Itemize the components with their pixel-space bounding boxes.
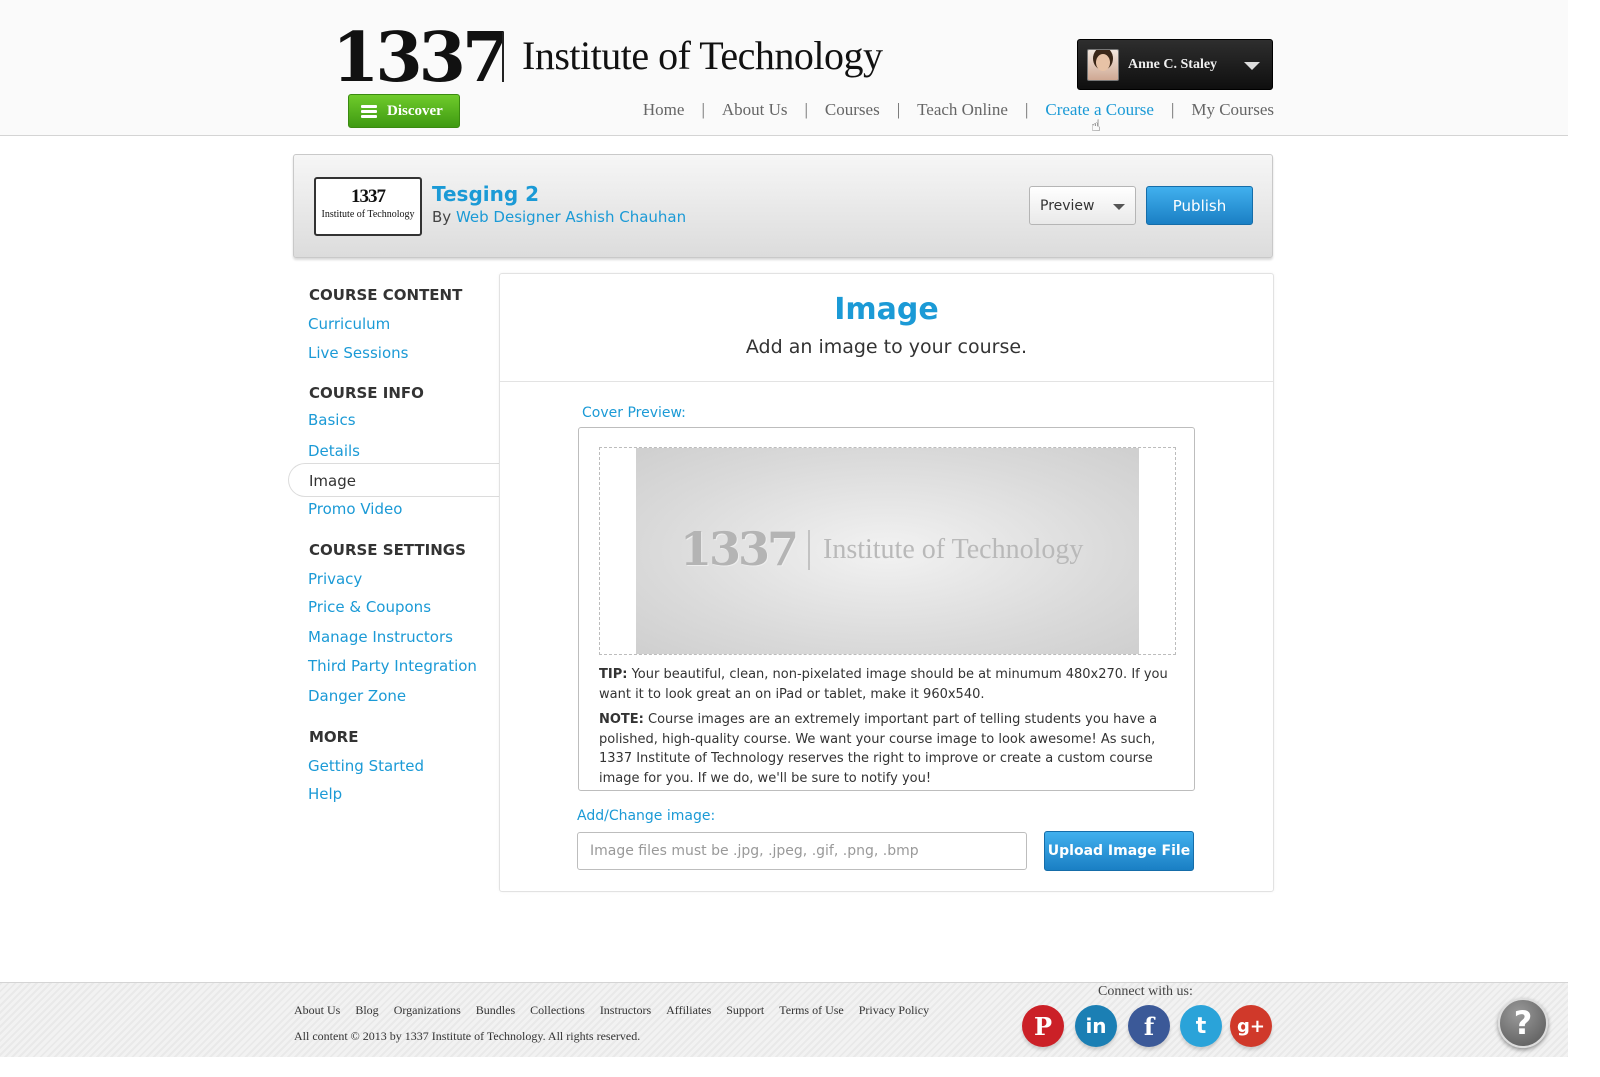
sidebar-heading-more: MORE — [309, 728, 359, 746]
note-body: Course images are an extremely important… — [599, 712, 1158, 786]
sidebar-item-details[interactable]: Details — [308, 442, 360, 460]
logo-text[interactable]: Institute of Technology — [522, 32, 883, 80]
hand-cursor-icon: ☝ — [1091, 116, 1101, 135]
nav-separator: | — [1024, 100, 1029, 119]
cover-logo-text: Institute of Technology — [823, 534, 1084, 565]
course-thumb-text: Institute of Technology — [321, 209, 415, 220]
image-panel: Image Add an image to your course. Cover… — [499, 273, 1274, 892]
tip-body: Your beautiful, clean, non-pixelated ima… — [599, 667, 1168, 702]
discover-label: Discover — [387, 102, 443, 119]
copyright-text: All content © 2013 by 1337 Institute of … — [294, 1029, 641, 1043]
sidebar-item-promo-video[interactable]: Promo Video — [308, 500, 402, 518]
footer-link-instructors[interactable]: Instructors — [600, 1003, 651, 1018]
tip-text: TIP: Your beautiful, clean, non-pixelate… — [599, 665, 1179, 704]
upload-image-button[interactable]: Upload Image File — [1044, 831, 1194, 871]
tip-label: TIP: — [599, 667, 628, 682]
facebook-icon[interactable]: f — [1128, 1005, 1170, 1047]
connect-label: Connect with us: — [1098, 984, 1193, 999]
publish-button[interactable]: Publish — [1146, 186, 1253, 225]
sidebar-item-basics[interactable]: Basics — [308, 411, 356, 429]
user-menu-button[interactable]: Anne C. Staley — [1077, 39, 1273, 90]
sidebar-item-help[interactable]: Help — [308, 785, 342, 803]
page-title: Image — [834, 292, 939, 327]
nav-about-us[interactable]: About Us — [722, 100, 788, 120]
user-name: Anne C. Staley — [1128, 56, 1218, 72]
note-text: NOTE: Course images are an extremely imp… — [599, 710, 1179, 788]
logo-divider — [502, 32, 504, 82]
nav-my-courses[interactable]: My Courses — [1191, 100, 1274, 120]
sidebar-item-getting-started[interactable]: Getting Started — [308, 757, 424, 775]
sidebar-heading-course-info: COURSE INFO — [309, 384, 424, 402]
course-thumb-number: 1337 — [351, 186, 386, 207]
nav-teach-online[interactable]: Teach Online — [917, 100, 1008, 120]
twitter-icon[interactable]: t — [1180, 1005, 1222, 1047]
by-label: By — [432, 208, 452, 226]
course-thumbnail: 1337 Institute of Technology — [314, 177, 422, 236]
image-file-input[interactable] — [577, 832, 1027, 870]
nav-home[interactable]: Home — [643, 100, 685, 120]
footer-link-support[interactable]: Support — [726, 1003, 764, 1018]
course-header-bar: 1337 Institute of Technology Tesging 2 B… — [293, 154, 1273, 258]
help-button[interactable]: ? — [1498, 998, 1548, 1048]
sidebar-heading-course-content: COURSE CONTENT — [309, 286, 463, 304]
pinterest-icon[interactable]: P — [1022, 1005, 1064, 1047]
footer-link-bundles[interactable]: Bundles — [476, 1003, 515, 1018]
note-label: NOTE: — [599, 712, 644, 727]
cover-image-frame: 1337 Institute of Technology — [599, 447, 1176, 655]
sidebar-item-manage-instructors[interactable]: Manage Instructors — [308, 628, 453, 646]
sidebar-item-live-sessions[interactable]: Live Sessions — [308, 344, 408, 362]
nav-separator: | — [804, 100, 808, 119]
chevron-down-icon — [1244, 62, 1260, 70]
sidebar-heading-course-settings: COURSE SETTINGS — [309, 541, 466, 559]
footer-link-terms-of-use[interactable]: Terms of Use — [779, 1003, 843, 1018]
footer-link-collections[interactable]: Collections — [530, 1003, 585, 1018]
chevron-down-icon — [1113, 204, 1125, 210]
nav-separator: | — [896, 100, 901, 119]
sidebar-item-danger-zone[interactable]: Danger Zone — [308, 687, 406, 705]
divider — [500, 381, 1273, 382]
footer-link-organizations[interactable]: Organizations — [394, 1003, 461, 1018]
nav-separator: | — [701, 100, 705, 119]
course-byline: By Web Designer Ashish Chauhan — [432, 208, 686, 226]
add-change-image-label: Add/Change image: — [577, 808, 716, 824]
sidebar-item-curriculum[interactable]: Curriculum — [308, 315, 390, 333]
course-author-link[interactable]: Web Designer Ashish Chauhan — [456, 208, 686, 226]
site-header: 1337 Institute of Technology Discover Ho… — [0, 0, 1568, 136]
footer-links: About Us Blog Organizations Bundles Coll… — [294, 1003, 929, 1018]
footer-link-about-us[interactable]: About Us — [294, 1003, 340, 1018]
sidebar-item-third-party-integration[interactable]: Third Party Integration — [308, 657, 477, 675]
cover-logo-divider — [808, 530, 810, 570]
preview-dropdown[interactable]: Preview — [1029, 186, 1136, 225]
footer-link-privacy-policy[interactable]: Privacy Policy — [859, 1003, 929, 1018]
preview-label: Preview — [1040, 197, 1095, 214]
discover-button[interactable]: Discover — [348, 94, 460, 128]
menu-icon — [361, 104, 377, 118]
sidebar-item-privacy[interactable]: Privacy — [308, 570, 362, 588]
cover-image: 1337 Institute of Technology — [636, 448, 1139, 654]
nav-courses[interactable]: Courses — [825, 100, 880, 120]
sidebar-item-label: Image — [309, 472, 356, 490]
cover-logo-number: 1337 — [680, 522, 799, 576]
course-title[interactable]: Tesging 2 — [432, 182, 539, 206]
logo-number[interactable]: 1337 — [332, 18, 509, 98]
page-subtitle: Add an image to your course. — [745, 336, 1028, 358]
cover-preview-box: 1337 Institute of Technology TIP: Your b… — [578, 427, 1195, 791]
nav-separator: | — [1170, 100, 1175, 119]
sidebar-item-price-coupons[interactable]: Price & Coupons — [308, 598, 431, 616]
avatar — [1087, 48, 1119, 81]
site-footer: About Us Blog Organizations Bundles Coll… — [0, 982, 1568, 1057]
sidebar-item-image[interactable]: Image — [288, 463, 500, 497]
footer-link-affiliates[interactable]: Affiliates — [666, 1003, 711, 1018]
main-nav: Home | About Us | Courses | Teach Online… — [643, 100, 1274, 120]
linkedin-icon[interactable]: in — [1075, 1005, 1117, 1047]
cover-preview-label: Cover Preview: — [582, 405, 686, 421]
google-plus-icon[interactable]: g+ — [1230, 1005, 1272, 1047]
footer-link-blog[interactable]: Blog — [355, 1003, 378, 1018]
